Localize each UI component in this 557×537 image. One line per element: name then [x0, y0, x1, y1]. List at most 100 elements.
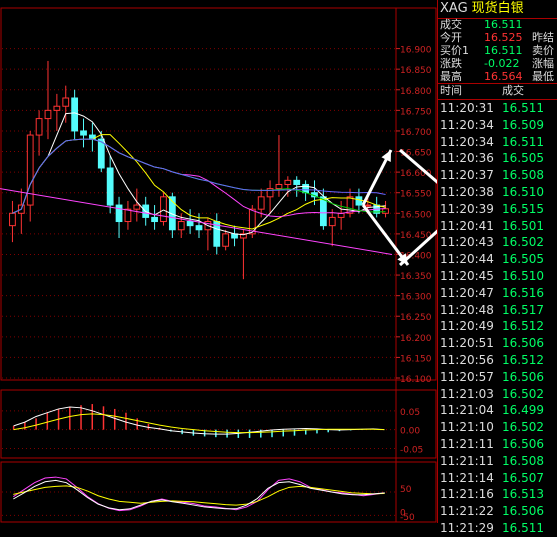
y-tick-label: 16.850 [400, 66, 432, 76]
trade-time: 11:21:14 [440, 470, 494, 485]
quote-row: 最高 16.564 最低 [440, 70, 557, 84]
y-tick-label: 0.00 [400, 427, 420, 437]
y-tick-label: 16.750 [400, 107, 432, 117]
candle-body [160, 196, 167, 223]
trade-price: 16.506 [502, 437, 544, 451]
chart-area[interactable]: 16.90016.85016.80016.75016.70016.65016.6… [0, 0, 437, 523]
quote-label-2: 昨结 [532, 31, 554, 44]
quote-header: XAG 现货白银 [440, 1, 524, 17]
trade-time: 11:20:44 [440, 252, 494, 267]
trade-time: 11:20:39 [440, 201, 494, 216]
quote-row: 涨跌 -0.022 涨幅 [440, 57, 557, 71]
trade-row: 11:21:10 16.502 [440, 419, 557, 436]
candle-body [133, 204, 141, 210]
trade-row: 11:20:45 16.510 [440, 268, 557, 285]
trade-row: 11:20:49 16.512 [440, 318, 557, 335]
quote-label: 买价1 [440, 44, 469, 57]
y-tick-label: 16.200 [400, 334, 432, 344]
quote-label: 最高 [440, 70, 462, 83]
y-tick-label: 16.250 [400, 313, 432, 323]
trade-time: 11:21:11 [440, 437, 494, 451]
candle-body [9, 212, 16, 227]
trade-row: 11:20:36 16.505 [440, 150, 557, 167]
trade-price: 16.506 [502, 336, 544, 351]
trade-row: 11:21:04 16.499 [440, 402, 557, 419]
trade-time: 11:20:38 [440, 185, 494, 199]
quote-label-2: 涨幅 [532, 57, 554, 70]
trade-time: 11:20:47 [440, 285, 494, 300]
y-tick-label: 16.500 [400, 210, 432, 220]
candle-body [355, 196, 363, 206]
candle-body [328, 216, 336, 227]
trade-time: 11:20:48 [440, 302, 494, 317]
trade-price: 16.502 [502, 235, 544, 250]
y-tick-label: 16.100 [400, 375, 432, 385]
trade-price: 16.512 [502, 319, 544, 334]
trade-row: 11:21:11 16.506 [440, 436, 557, 453]
quote-row: 买价1 16.511 卖价 [440, 44, 557, 58]
trade-price: 16.515 [502, 201, 544, 216]
trade-price: 16.517 [502, 302, 544, 317]
trade-price: 16.513 [502, 487, 544, 502]
quote-label: 今开 [440, 31, 462, 44]
trade-row: 11:20:43 16.502 [440, 234, 557, 251]
candle-body [124, 208, 132, 223]
candle-body [195, 225, 203, 231]
candle-body [275, 183, 283, 190]
y-tick-label: -50 [400, 513, 415, 523]
quote-row: 成交 16.511 [440, 18, 557, 32]
chart-background [0, 0, 437, 523]
y-tick-label: 16.550 [400, 190, 432, 200]
trade-row: 11:21:22 16.506 [440, 503, 557, 520]
trade-time: 11:20:34 [440, 117, 494, 132]
trade-row: 11:20:41 16.501 [440, 218, 557, 235]
symbol-label: XAG [440, 1, 468, 16]
y-tick-label: -0.05 [400, 445, 423, 455]
trade-price: 16.510 [502, 185, 544, 199]
trade-time: 11:21:10 [440, 420, 494, 435]
trade-row: 11:20:57 16.506 [440, 369, 557, 386]
trade-row: 11:21:14 16.507 [440, 470, 557, 487]
trade-time: 11:20:51 [440, 336, 494, 351]
candle-body [364, 204, 372, 207]
y-tick-label: 16.350 [400, 272, 432, 282]
trade-price: 16.502 [502, 420, 544, 435]
quote-value: 16.511 [484, 44, 523, 57]
trade-row: 11:20:44 16.505 [440, 251, 557, 268]
trade-row: 11:21:11 16.508 [440, 453, 557, 470]
trade-row: 11:20:48 16.517 [440, 302, 557, 319]
y-tick-label: 16.800 [400, 87, 432, 97]
candle-body [293, 179, 301, 185]
instrument-name: 现货白银 [471, 1, 524, 16]
trade-row: 11:20:34 16.509 [440, 117, 557, 134]
trades-header: 时间 成交 [440, 84, 557, 98]
trade-price: 16.512 [502, 353, 544, 367]
candle-body [319, 196, 327, 227]
y-tick-label: 16.300 [400, 293, 432, 303]
candle-body [71, 97, 79, 132]
trade-time: 11:20:34 [440, 134, 494, 149]
trade-time: 11:21:22 [440, 504, 494, 519]
trade-price: 16.505 [502, 151, 544, 166]
y-tick-label: 16.900 [400, 46, 432, 56]
candle-body [382, 208, 389, 214]
candle-body [44, 109, 52, 120]
trade-price: 16.509 [502, 117, 544, 132]
candle-body [284, 179, 292, 185]
trade-time: 11:20:41 [440, 218, 494, 233]
trade-price: 16.502 [502, 386, 544, 401]
trade-time: 11:21:03 [440, 386, 494, 401]
trade-time: 11:20:57 [440, 369, 494, 384]
trade-time: 11:20:31 [440, 101, 494, 115]
y-tick-label: 16.150 [400, 354, 432, 364]
trade-price: 16.508 [502, 168, 544, 183]
y-tick-label: 0.05 [400, 408, 420, 418]
trade-row: 11:20:31 16.511 [440, 100, 557, 117]
trade-row: 11:21:16 16.513 [440, 486, 557, 503]
trade-price: 16.511 [502, 101, 544, 115]
quote-label-2: 卖价 [532, 44, 554, 57]
quote-label: 成交 [440, 18, 462, 31]
trade-time: 11:21:16 [440, 487, 494, 502]
trade-time: 11:20:43 [440, 235, 494, 250]
trade-time: 11:20:45 [440, 269, 494, 283]
